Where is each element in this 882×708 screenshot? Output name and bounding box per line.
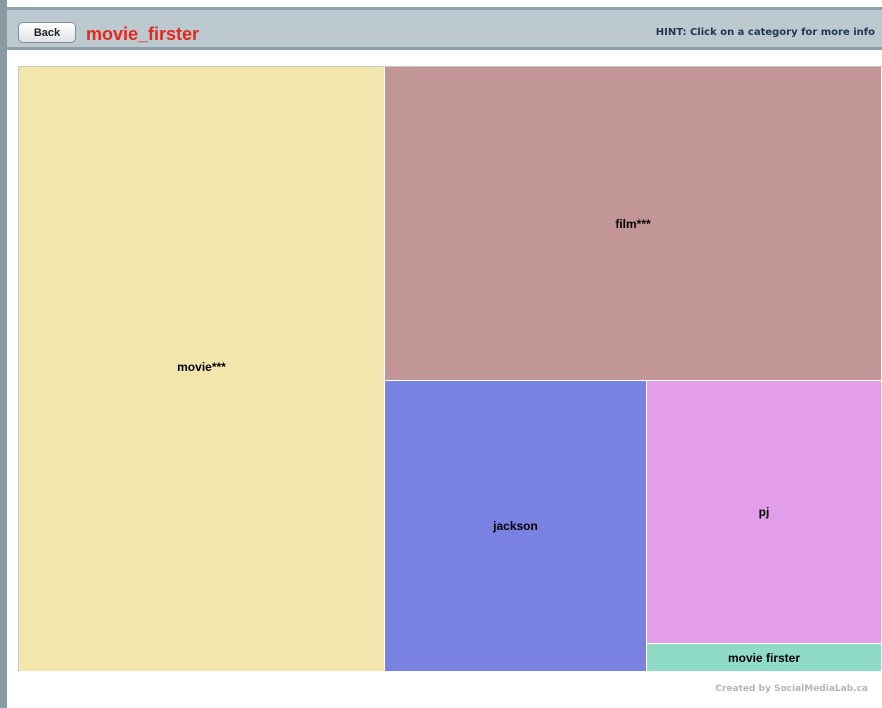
- left-edge-border: [0, 0, 7, 708]
- treemap-cell-label: movie***: [177, 360, 226, 374]
- treemap-cell-label: film***: [615, 216, 651, 231]
- treemap-cell-label: movie firster: [727, 650, 801, 665]
- page-title: movie_firster: [86, 24, 200, 44]
- treemap-cell-label: pj: [758, 505, 770, 519]
- treemap-cell-movie[interactable]: movie***: [19, 67, 385, 672]
- treemap-cell-film[interactable]: film***: [385, 67, 882, 381]
- header-bar: Back movie_firster HINT: Click on a cate…: [7, 10, 882, 50]
- treemap-cell-label: jackson: [493, 519, 538, 533]
- footer-credit: Created by SocialMediaLab.ca: [715, 684, 868, 694]
- treemap-cell-movie-firster[interactable]: movie firster: [647, 644, 882, 672]
- back-button[interactable]: Back: [18, 22, 76, 43]
- treemap-cell-jackson[interactable]: jackson: [385, 381, 647, 672]
- treemap-cell-pj[interactable]: pj: [647, 381, 882, 644]
- treemap: movie*** film*** jackson pj movie firste…: [18, 66, 882, 672]
- hint-text: HINT: Click on a category for more info: [655, 27, 875, 38]
